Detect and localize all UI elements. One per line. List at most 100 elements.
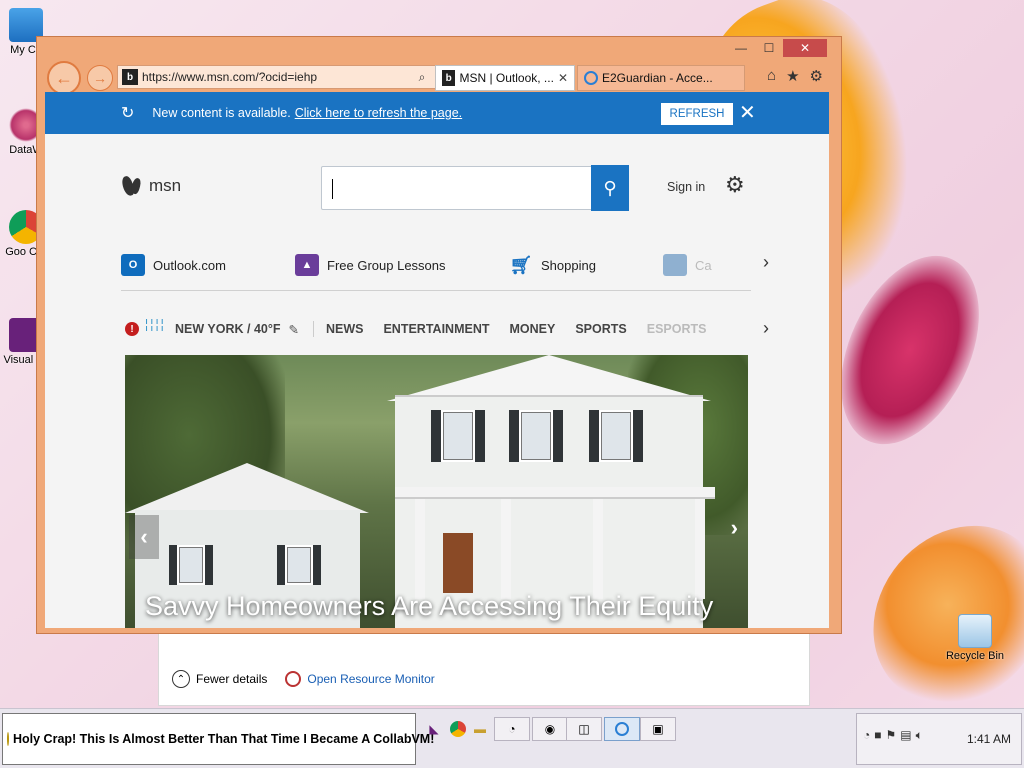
- hero-image-shutter: [431, 410, 441, 462]
- taskbar-ie-button[interactable]: [604, 717, 640, 741]
- nav-news[interactable]: NEWS: [326, 322, 364, 336]
- weather-location[interactable]: NEW YORK / 40°F: [175, 322, 280, 336]
- resource-monitor-icon: [285, 671, 302, 687]
- hero-image-pillar: [695, 499, 705, 599]
- msn-favicon-icon: b: [122, 69, 138, 85]
- close-button[interactable]: ✕: [783, 39, 827, 57]
- refresh-page-link[interactable]: Click here to refresh the page.: [295, 106, 462, 120]
- minimize-button[interactable]: —: [727, 39, 755, 57]
- clock[interactable]: 1:41 AM: [967, 732, 1011, 746]
- resource-monitor-footer: ⌃ Fewer details Open Resource Monitor: [172, 668, 435, 690]
- text-caret: [332, 179, 333, 199]
- ie-icon: [615, 722, 629, 736]
- recycle-bin-icon: [958, 614, 992, 648]
- shopping-cart-icon: 🛒︎: [509, 254, 533, 275]
- hero-image-pillar: [501, 499, 511, 599]
- quick-link-cars[interactable]: Ca: [663, 254, 723, 276]
- hero-image-pillar: [593, 499, 603, 599]
- chrome-icon[interactable]: [448, 717, 468, 741]
- fewer-details-link[interactable]: Fewer details: [196, 672, 267, 686]
- tab-label: MSN | Outlook, ...: [459, 71, 554, 85]
- msn-logo-text: msn: [149, 176, 182, 195]
- settings-gear-icon[interactable]: ⚙: [810, 67, 823, 85]
- divider: [121, 290, 751, 291]
- visual-studio-icon[interactable]: ◣: [424, 717, 444, 741]
- quick-link-label: Free Group Lessons: [327, 257, 446, 273]
- close-notification-icon[interactable]: ✕: [739, 100, 756, 125]
- nav-esports[interactable]: ESPORTS: [647, 322, 707, 336]
- tab-e2guardian[interactable]: E2Guardian - Acce...: [577, 65, 745, 91]
- nav-entertainment[interactable]: ENTERTAINMENT: [383, 322, 489, 336]
- hero-image-window: [599, 410, 633, 462]
- hero-image-pillar: [415, 499, 425, 599]
- page-content: ↻ New content is available. Click here t…: [45, 92, 829, 628]
- refresh-button[interactable]: REFRESH: [661, 103, 733, 125]
- hero-carousel[interactable]: ‹ › Savvy Homeowners Are Accessing Their…: [125, 355, 748, 628]
- maximize-button[interactable]: ☐: [755, 39, 783, 57]
- nav-money[interactable]: MONEY: [509, 322, 555, 336]
- hero-image-roof: [125, 463, 369, 513]
- hero-image-window: [441, 410, 475, 462]
- sign-in-link[interactable]: Sign in: [667, 180, 705, 194]
- quick-link-outlook[interactable]: O Outlook.com: [121, 254, 295, 276]
- open-resource-monitor-link[interactable]: Open Resource Monitor: [307, 672, 434, 686]
- taskbar-cmd-button[interactable]: ▣: [640, 717, 676, 741]
- browser-window: — ☐ ✕ ← → b https://www.msn.com/?ocid=ie…: [36, 36, 842, 634]
- ie-icon: [584, 71, 598, 85]
- hero-image-shutter: [589, 410, 599, 462]
- hero-image-shutter: [553, 410, 563, 462]
- alert-icon[interactable]: !: [125, 322, 139, 336]
- carousel-next-icon[interactable]: ›: [731, 515, 738, 541]
- tab-msn[interactable]: b MSN | Outlook, ... ✕: [435, 65, 575, 91]
- search-input[interactable]: [321, 166, 627, 210]
- url-text[interactable]: https://www.msn.com/?ocid=iehp: [142, 70, 410, 84]
- msn-favicon-icon: b: [442, 70, 456, 86]
- taskbar-banner[interactable]: Holy Crap! This Is Almost Better Than Th…: [2, 713, 434, 765]
- window-controls: — ☐ ✕: [727, 39, 827, 57]
- chevron-right-icon[interactable]: ›: [763, 318, 769, 339]
- back-button[interactable]: ←: [47, 61, 81, 95]
- taskbar-app-button[interactable]: ◔: [494, 717, 530, 741]
- quick-link-label: Shopping: [541, 257, 596, 273]
- quick-link-label: Outlook.com: [153, 257, 226, 273]
- taskbar-app-button[interactable]: ◫: [566, 717, 602, 741]
- home-icon[interactable]: ⌂: [767, 67, 776, 85]
- tab-close-icon[interactable]: ✕: [558, 71, 568, 85]
- quick-link-lessons[interactable]: ▲ Free Group Lessons: [295, 254, 509, 276]
- quick-links: O Outlook.com ▲ Free Group Lessons 🛒︎ Sh…: [121, 253, 723, 277]
- hero-image-window: [519, 410, 553, 462]
- desktop-icon-recycle-bin[interactable]: Recycle Bin: [942, 614, 1008, 662]
- nav-sports[interactable]: SPORTS: [575, 322, 626, 336]
- tray-app-icon[interactable]: ◔: [863, 728, 870, 743]
- address-bar[interactable]: b https://www.msn.com/?ocid=iehp ⌕ 🔒︎ ↻: [117, 65, 471, 89]
- taskbar: Holy Crap! This Is Almost Better Than Th…: [0, 708, 1024, 768]
- collapse-icon[interactable]: ⌃: [172, 670, 190, 688]
- favorites-star-icon[interactable]: ★: [786, 67, 799, 85]
- hero-image-shutter: [277, 545, 285, 585]
- tray-icons: ◔ ■ ⚑ ▤ 🔈︎: [863, 728, 923, 743]
- volume-icon[interactable]: 🔈︎: [916, 728, 923, 743]
- search-button[interactable]: ⚲: [591, 165, 629, 211]
- action-center-icon[interactable]: ⚑: [886, 728, 897, 743]
- msn-logo[interactable]: msn: [123, 174, 181, 198]
- notification-message: New content is available.: [152, 106, 291, 120]
- tab-label: E2Guardian - Acce...: [602, 71, 713, 85]
- forward-button[interactable]: →: [87, 65, 113, 91]
- file-explorer-icon[interactable]: ▬: [470, 717, 490, 741]
- hero-image-shutter: [313, 545, 321, 585]
- notification-bar: ↻ New content is available. Click here t…: [45, 92, 829, 134]
- carousel-prev-icon[interactable]: ‹: [129, 515, 159, 559]
- taskbar-app-button[interactable]: ◉: [532, 717, 568, 741]
- pencil-icon[interactable]: ✎: [288, 322, 298, 337]
- divider: [312, 321, 314, 337]
- search-icon[interactable]: ⌕: [414, 70, 430, 85]
- network-icon[interactable]: ▤: [900, 728, 911, 743]
- hero-image-porch: [395, 487, 715, 499]
- gear-icon[interactable]: ⚙: [725, 172, 745, 198]
- tray-stop-icon[interactable]: ■: [874, 728, 881, 743]
- quick-link-label: Ca: [695, 257, 712, 273]
- quick-link-shopping[interactable]: 🛒︎ Shopping: [509, 254, 663, 276]
- hero-headline[interactable]: Savvy Homeowners Are Accessing Their Equ…: [145, 591, 713, 622]
- chevron-right-icon[interactable]: ›: [763, 252, 769, 273]
- category-nav: ! ╎╎╎╎ NEW YORK / 40°F ✎ NEWS ENTERTAINM…: [125, 317, 726, 341]
